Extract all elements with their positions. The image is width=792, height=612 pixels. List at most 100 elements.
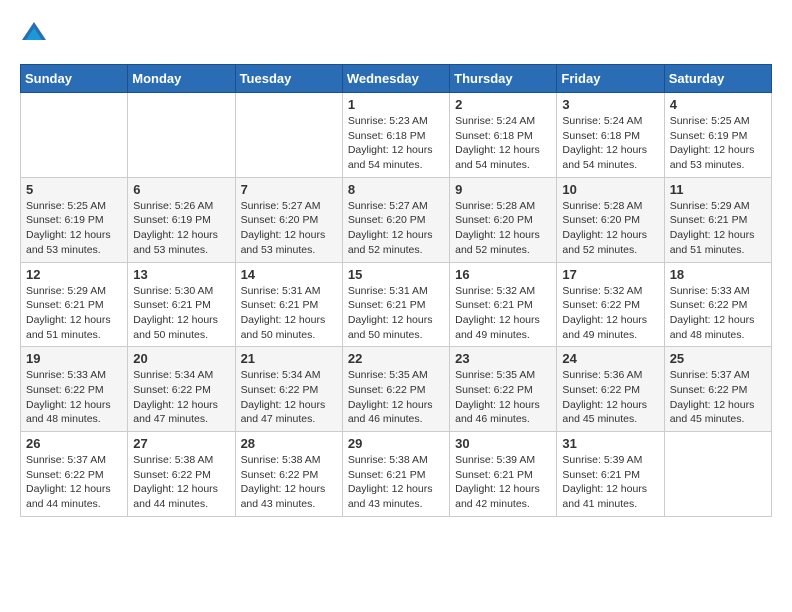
calendar-cell: 9Sunrise: 5:28 AM Sunset: 6:20 PM Daylig… xyxy=(450,177,557,262)
week-row-3: 12 Sunrise: 5:29 AM Sunset: 6:21 PM Dayli… xyxy=(21,262,772,347)
cell-day-number: 26 xyxy=(26,436,122,451)
week-row-4: 19 Sunrise: 5:33 AM Sunset: 6:22 PM Dayli… xyxy=(21,347,772,432)
cell-day-info: Sunrise: 5:23 AM Sunset: 6:18 PM Dayligh… xyxy=(348,114,444,173)
cell-day-info: Sunrise: 5:39 AM Sunset: 6:21 PM Dayligh… xyxy=(455,453,551,512)
week-row-1: 1 Sunrise: 5:23 AM Sunset: 6:18 PM Daylig… xyxy=(21,93,772,178)
header-row: SundayMondayTuesdayWednesdayThursdayFrid… xyxy=(21,65,772,93)
cell-day-number: 6 xyxy=(133,182,229,197)
cell-day-number: 5 xyxy=(26,182,122,197)
logo-icon xyxy=(20,20,48,48)
cell-day-info: Sunrise: 5:38 AM Sunset: 6:22 PM Dayligh… xyxy=(241,453,337,512)
cell-day-number: 18 xyxy=(670,267,766,282)
day-header-saturday: Saturday xyxy=(664,65,771,93)
calendar-cell xyxy=(21,93,128,178)
week-row-2: 5 Sunrise: 5:25 AM Sunset: 6:19 PM Daylig… xyxy=(21,177,772,262)
cell-day-number: 3 xyxy=(562,97,658,112)
calendar-cell: 2Sunrise: 5:24 AM Sunset: 6:18 PM Daylig… xyxy=(450,93,557,178)
cell-day-info: Sunrise: 5:38 AM Sunset: 6:22 PM Dayligh… xyxy=(133,453,229,512)
cell-day-info: Sunrise: 5:35 AM Sunset: 6:22 PM Dayligh… xyxy=(455,368,551,427)
cell-day-info: Sunrise: 5:25 AM Sunset: 6:19 PM Dayligh… xyxy=(670,114,766,173)
cell-day-info: Sunrise: 5:32 AM Sunset: 6:21 PM Dayligh… xyxy=(455,284,551,343)
logo xyxy=(20,20,52,48)
cell-day-info: Sunrise: 5:34 AM Sunset: 6:22 PM Dayligh… xyxy=(241,368,337,427)
calendar-cell xyxy=(235,93,342,178)
week-row-5: 26Sunrise: 5:37 AM Sunset: 6:22 PM Dayli… xyxy=(21,432,772,517)
calendar-table: SundayMondayTuesdayWednesdayThursdayFrid… xyxy=(20,64,772,517)
calendar-cell: 28 Sunrise: 5:38 AM Sunset: 6:22 PM Dayli… xyxy=(235,432,342,517)
cell-day-number: 14 xyxy=(241,267,337,282)
cell-day-info: Sunrise: 5:30 AM Sunset: 6:21 PM Dayligh… xyxy=(133,284,229,343)
cell-day-number: 9 xyxy=(455,182,551,197)
calendar-cell: 27 Sunrise: 5:38 AM Sunset: 6:22 PM Dayli… xyxy=(128,432,235,517)
cell-day-number: 11 xyxy=(670,182,766,197)
cell-day-number: 28 xyxy=(241,436,337,451)
cell-day-info: Sunrise: 5:36 AM Sunset: 6:22 PM Dayligh… xyxy=(562,368,658,427)
cell-day-info: Sunrise: 5:31 AM Sunset: 6:21 PM Dayligh… xyxy=(241,284,337,343)
cell-day-number: 27 xyxy=(133,436,229,451)
cell-day-number: 4 xyxy=(670,97,766,112)
cell-day-number: 23 xyxy=(455,351,551,366)
calendar-cell: 25 Sunrise: 5:37 AM Sunset: 6:22 PM Dayli… xyxy=(664,347,771,432)
calendar-cell: 5 Sunrise: 5:25 AM Sunset: 6:19 PM Daylig… xyxy=(21,177,128,262)
day-header-friday: Friday xyxy=(557,65,664,93)
calendar-cell: 23 Sunrise: 5:35 AM Sunset: 6:22 PM Dayli… xyxy=(450,347,557,432)
cell-day-info: Sunrise: 5:24 AM Sunset: 6:18 PM Dayligh… xyxy=(455,114,551,173)
calendar-cell xyxy=(128,93,235,178)
cell-day-info: Sunrise: 5:27 AM Sunset: 6:20 PM Dayligh… xyxy=(241,199,337,258)
calendar-cell: 29 Sunrise: 5:38 AM Sunset: 6:21 PM Dayli… xyxy=(342,432,449,517)
cell-day-number: 13 xyxy=(133,267,229,282)
calendar-cell: 4 Sunrise: 5:25 AM Sunset: 6:19 PM Daylig… xyxy=(664,93,771,178)
cell-day-number: 31 xyxy=(562,436,658,451)
cell-day-number: 10 xyxy=(562,182,658,197)
calendar-cell: 22 Sunrise: 5:35 AM Sunset: 6:22 PM Dayli… xyxy=(342,347,449,432)
cell-day-number: 7 xyxy=(241,182,337,197)
cell-day-info: Sunrise: 5:25 AM Sunset: 6:19 PM Dayligh… xyxy=(26,199,122,258)
calendar-cell: 7 Sunrise: 5:27 AM Sunset: 6:20 PM Daylig… xyxy=(235,177,342,262)
calendar-cell: 17 Sunrise: 5:32 AM Sunset: 6:22 PM Dayli… xyxy=(557,262,664,347)
cell-day-info: Sunrise: 5:29 AM Sunset: 6:21 PM Dayligh… xyxy=(26,284,122,343)
calendar-cell: 15Sunrise: 5:31 AM Sunset: 6:21 PM Dayli… xyxy=(342,262,449,347)
cell-day-number: 15 xyxy=(348,267,444,282)
cell-day-number: 19 xyxy=(26,351,122,366)
calendar-cell: 24 Sunrise: 5:36 AM Sunset: 6:22 PM Dayli… xyxy=(557,347,664,432)
cell-day-info: Sunrise: 5:24 AM Sunset: 6:18 PM Dayligh… xyxy=(562,114,658,173)
page-header xyxy=(20,20,772,48)
cell-day-info: Sunrise: 5:34 AM Sunset: 6:22 PM Dayligh… xyxy=(133,368,229,427)
cell-day-number: 8 xyxy=(348,182,444,197)
calendar-cell: 6 Sunrise: 5:26 AM Sunset: 6:19 PM Daylig… xyxy=(128,177,235,262)
calendar-cell: 12 Sunrise: 5:29 AM Sunset: 6:21 PM Dayli… xyxy=(21,262,128,347)
cell-day-info: Sunrise: 5:27 AM Sunset: 6:20 PM Dayligh… xyxy=(348,199,444,258)
calendar-cell: 30Sunrise: 5:39 AM Sunset: 6:21 PM Dayli… xyxy=(450,432,557,517)
cell-day-number: 22 xyxy=(348,351,444,366)
calendar-cell: 20 Sunrise: 5:34 AM Sunset: 6:22 PM Dayli… xyxy=(128,347,235,432)
cell-day-info: Sunrise: 5:35 AM Sunset: 6:22 PM Dayligh… xyxy=(348,368,444,427)
cell-day-info: Sunrise: 5:33 AM Sunset: 6:22 PM Dayligh… xyxy=(26,368,122,427)
day-header-sunday: Sunday xyxy=(21,65,128,93)
cell-day-info: Sunrise: 5:26 AM Sunset: 6:19 PM Dayligh… xyxy=(133,199,229,258)
cell-day-number: 1 xyxy=(348,97,444,112)
cell-day-number: 25 xyxy=(670,351,766,366)
cell-day-number: 20 xyxy=(133,351,229,366)
cell-day-number: 16 xyxy=(455,267,551,282)
calendar-cell: 21 Sunrise: 5:34 AM Sunset: 6:22 PM Dayli… xyxy=(235,347,342,432)
cell-day-number: 21 xyxy=(241,351,337,366)
cell-day-info: Sunrise: 5:37 AM Sunset: 6:22 PM Dayligh… xyxy=(670,368,766,427)
cell-day-number: 12 xyxy=(26,267,122,282)
day-header-monday: Monday xyxy=(128,65,235,93)
calendar-cell: 13 Sunrise: 5:30 AM Sunset: 6:21 PM Dayli… xyxy=(128,262,235,347)
calendar-cell: 18Sunrise: 5:33 AM Sunset: 6:22 PM Dayli… xyxy=(664,262,771,347)
calendar-cell: 1 Sunrise: 5:23 AM Sunset: 6:18 PM Daylig… xyxy=(342,93,449,178)
calendar-cell: 10 Sunrise: 5:28 AM Sunset: 6:20 PM Dayli… xyxy=(557,177,664,262)
cell-day-number: 24 xyxy=(562,351,658,366)
cell-day-info: Sunrise: 5:32 AM Sunset: 6:22 PM Dayligh… xyxy=(562,284,658,343)
cell-day-info: Sunrise: 5:38 AM Sunset: 6:21 PM Dayligh… xyxy=(348,453,444,512)
day-header-thursday: Thursday xyxy=(450,65,557,93)
calendar-cell: 26Sunrise: 5:37 AM Sunset: 6:22 PM Dayli… xyxy=(21,432,128,517)
day-header-tuesday: Tuesday xyxy=(235,65,342,93)
calendar-cell xyxy=(664,432,771,517)
cell-day-info: Sunrise: 5:28 AM Sunset: 6:20 PM Dayligh… xyxy=(562,199,658,258)
day-header-wednesday: Wednesday xyxy=(342,65,449,93)
cell-day-number: 29 xyxy=(348,436,444,451)
calendar-cell: 11Sunrise: 5:29 AM Sunset: 6:21 PM Dayli… xyxy=(664,177,771,262)
cell-day-number: 17 xyxy=(562,267,658,282)
